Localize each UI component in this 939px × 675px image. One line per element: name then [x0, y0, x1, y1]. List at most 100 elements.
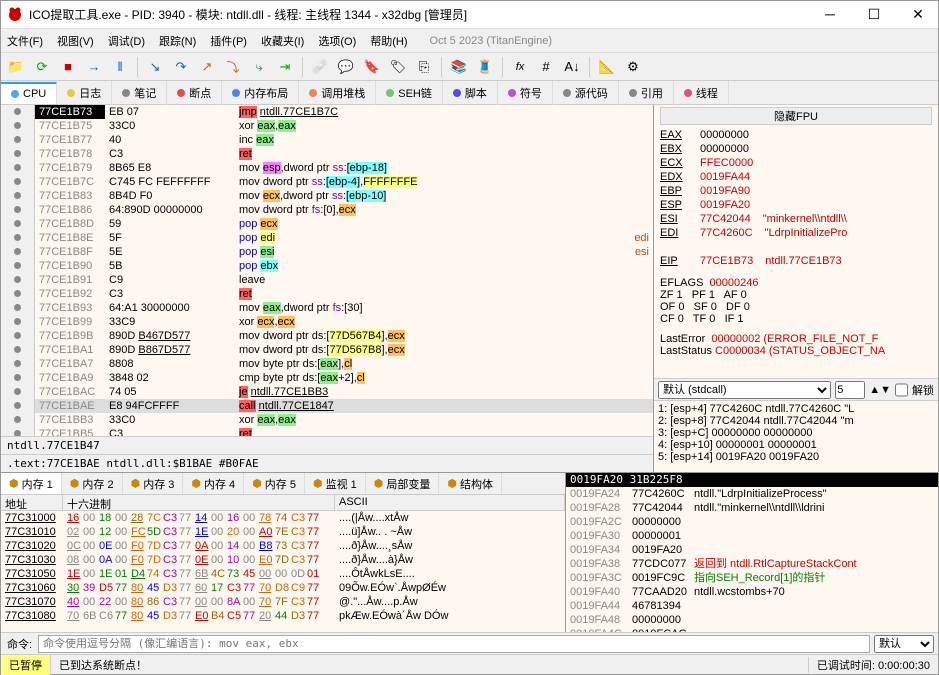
disasm-row[interactable]: 77CE1B905Bpop ebx — [1, 259, 653, 273]
maximize-button[interactable]: ☐ — [860, 5, 888, 25]
font-icon[interactable]: A↓ — [561, 56, 583, 78]
dump-tab[interactable]: ⬢ 局部变量 — [366, 473, 440, 494]
disasm-row[interactable]: 77CE1BAEE8 94FCFFFFcall ntdll.77CE1847 — [1, 399, 653, 413]
tab-调用堆栈[interactable]: 调用堆栈 — [299, 81, 376, 105]
disasm-row[interactable]: 77CE1B8F5Epop esiesi — [1, 245, 653, 259]
arg-count-input[interactable] — [835, 381, 865, 399]
tab-断点[interactable]: 断点 — [167, 81, 222, 105]
modules-icon[interactable]: 📚 — [448, 56, 470, 78]
disasm-row[interactable]: 77CE1B7CC745 FC FEFFFFFFmov dword ptr ss… — [1, 175, 653, 189]
menu-trace[interactable]: 跟踪(N) — [159, 33, 196, 49]
disasm-row[interactable]: 77CE1B838B4D F0mov ecx,dword ptr ss:[ebp… — [1, 189, 653, 203]
disassembly-view[interactable]: EIP 77CE1B73EB 07jmp ntdll.77CE1B7C77CE1… — [1, 105, 653, 436]
dump-tab[interactable]: ⬢ 内存 5 — [244, 473, 305, 494]
label-icon[interactable]: 🏷 — [387, 56, 409, 78]
callconv-select[interactable]: 默认 (stdcall) — [658, 381, 831, 399]
dump-tab[interactable]: ⬢ 内存 1 — [1, 473, 62, 494]
disasm-row[interactable]: 77CE1B798B65 E8mov esp,dword ptr ss:[ebp… — [1, 161, 653, 175]
tab-引用[interactable]: 引用 — [619, 81, 674, 105]
menu-debug[interactable]: 调试(D) — [108, 33, 145, 49]
disasm-row[interactable]: 77CE1B7740inc eax — [1, 133, 653, 147]
calc-icon[interactable]: 📐 — [596, 56, 618, 78]
disasm-row[interactable]: 77CE1B78C3ret — [1, 147, 653, 161]
menubar: 文件(F) 视图(V) 调试(D) 跟踪(N) 插件(P) 收藏夹(I) 选项(… — [1, 29, 938, 53]
patch-icon[interactable]: 🩹 — [309, 56, 331, 78]
close-button[interactable]: ✕ — [904, 5, 932, 25]
menu-options[interactable]: 选项(O) — [318, 33, 356, 49]
dump-tab[interactable]: ⬢ 结构体 — [439, 473, 502, 494]
tab-CPU[interactable]: CPU — [1, 82, 57, 104]
status-time: 已调试时间: 0:00:00:30 — [808, 657, 938, 673]
disasm-row[interactable]: 77CE1B8E5Fpop ediedi — [1, 231, 653, 245]
menu-plugin[interactable]: 插件(P) — [210, 33, 247, 49]
open-icon[interactable]: 📁 — [5, 56, 27, 78]
tab-内存布局[interactable]: 内存布局 — [222, 81, 299, 105]
bookmark-icon[interactable]: 🔖 — [361, 56, 383, 78]
restart-icon[interactable]: ⟳ — [31, 56, 53, 78]
disasm-row[interactable]: 77CE1B9933C9xor ecx,ecx — [1, 315, 653, 329]
hide-fpu-button[interactable]: 隐藏FPU — [660, 107, 932, 125]
disasm-row[interactable]: 77CE1B73EB 07jmp ntdll.77CE1B7C — [1, 105, 653, 119]
disasm-row[interactable]: 77CE1B9B890D B467D577mov dword ptr ds:[7… — [1, 329, 653, 343]
disasm-row[interactable]: 77CE1B92C3ret — [1, 287, 653, 301]
trace-into-icon[interactable]: ⤵ — [222, 56, 244, 78]
goto-icon[interactable]: ⎘ — [413, 56, 435, 78]
menu-view[interactable]: 视图(V) — [57, 33, 94, 49]
disasm-row[interactable]: 77CE1BA78808mov byte ptr ds:[eax],cl — [1, 357, 653, 371]
disasm-row[interactable]: 77CE1B8D59pop ecx — [1, 217, 653, 231]
info-line-2: .text:77CE1BAE ntdll.dll:$B1BAE #B0FAE — [1, 454, 653, 472]
lasterror-label: LastError — [660, 333, 705, 345]
tab-符号[interactable]: 符号 — [498, 81, 553, 105]
disasm-row[interactable]: 77CE1BB333C0xor eax,eax — [1, 413, 653, 427]
lasterror-value: 00000002 (ERROR_FILE_NOT_F — [711, 333, 878, 345]
threads-icon[interactable]: 🧵 — [474, 56, 496, 78]
run-icon[interactable]: → — [83, 56, 105, 78]
tab-SEH链[interactable]: SEH链 — [376, 81, 443, 105]
disasm-row[interactable]: 77CE1B9364:A1 30000000mov eax,dword ptr … — [1, 301, 653, 315]
disasm-row[interactable]: 77CE1B8664:890D 00000000mov dword ptr fs… — [1, 203, 653, 217]
minimize-button[interactable]: ─ — [816, 5, 844, 25]
dump-hdr-addr: 地址 — [1, 495, 63, 510]
step-out-icon[interactable]: ↗ — [196, 56, 218, 78]
lock-label: 解锁 — [912, 382, 934, 398]
run-to-icon[interactable]: ⇥ — [274, 56, 296, 78]
cmd-input[interactable] — [38, 635, 870, 653]
disasm-row[interactable]: 77CE1BAC74 05je ntdll.77CE1BB3 — [1, 385, 653, 399]
tab-线程[interactable]: 线程 — [674, 81, 729, 105]
disasm-row[interactable]: 77CE1B91C9leave — [1, 273, 653, 287]
tab-日志[interactable]: 日志 — [57, 81, 112, 105]
pause-icon[interactable]: ‖ — [109, 56, 131, 78]
cmd-preset[interactable]: 默认 — [874, 635, 934, 653]
menu-help[interactable]: 帮助(H) — [370, 33, 407, 49]
tab-源代码[interactable]: 源代码 — [553, 81, 619, 105]
step-into-icon[interactable]: ↘ — [144, 56, 166, 78]
dump-tab[interactable]: ⬢ 内存 2 — [62, 473, 123, 494]
toolbar: 📁 ⟳ ■ → ‖ ↘ ↷ ↗ ⤵ ⤷ ⇥ 🩹 💬 🔖 🏷 ⎘ 📚 🧵 fx #… — [1, 53, 938, 81]
tab-笔记[interactable]: 笔记 — [112, 81, 167, 105]
fx-icon[interactable]: fx — [509, 56, 531, 78]
stack-body[interactable]: 0019FA2477C4260Cntdll."LdrpInitializePro… — [566, 487, 938, 632]
disasm-row[interactable]: 77CE1BA93848 02cmp byte ptr ds:[eax+2],c… — [1, 371, 653, 385]
stop-icon[interactable]: ■ — [57, 56, 79, 78]
dump-body[interactable]: 77C3100016001800287CC377140016007874C377… — [1, 511, 565, 632]
disasm-row[interactable]: 77CE1BB5C3ret — [1, 427, 653, 436]
eflags-label: EFLAGS — [660, 277, 703, 289]
menu-fav[interactable]: 收藏夹(I) — [261, 33, 304, 49]
comment-icon[interactable]: 💬 — [335, 56, 357, 78]
dump-tab[interactable]: ⬢ 监视 1 — [305, 473, 366, 494]
register-panel[interactable]: 隐藏FPU EAX00000000EBX00000000ECXFFEC0000E… — [654, 105, 938, 378]
dump-tabs: ⬢ 内存 1⬢ 内存 2⬢ 内存 3⬢ 内存 4⬢ 内存 5⬢ 监视 1⬢ 局部… — [1, 473, 565, 495]
dump-tab[interactable]: ⬢ 内存 3 — [123, 473, 184, 494]
dump-tab[interactable]: ⬢ 内存 4 — [183, 473, 244, 494]
disasm-row[interactable]: 77CE1BA1890D B867D577mov dword ptr ds:[7… — [1, 343, 653, 357]
trace-over-icon[interactable]: ⤷ — [248, 56, 270, 78]
disasm-row[interactable]: 77CE1B7533C0xor eax,eax — [1, 119, 653, 133]
args-panel[interactable]: 1: [esp+4] 77C4260C ntdll.77C4260C "L2: … — [654, 400, 938, 472]
hash-icon[interactable]: # — [535, 56, 557, 78]
menu-file[interactable]: 文件(F) — [7, 33, 43, 49]
settings-icon[interactable]: ⚙ — [622, 56, 644, 78]
lock-checkbox[interactable] — [895, 381, 908, 399]
eflags-value: 00000246 — [710, 277, 759, 289]
tab-脚本[interactable]: 脚本 — [443, 81, 498, 105]
step-over-icon[interactable]: ↷ — [170, 56, 192, 78]
